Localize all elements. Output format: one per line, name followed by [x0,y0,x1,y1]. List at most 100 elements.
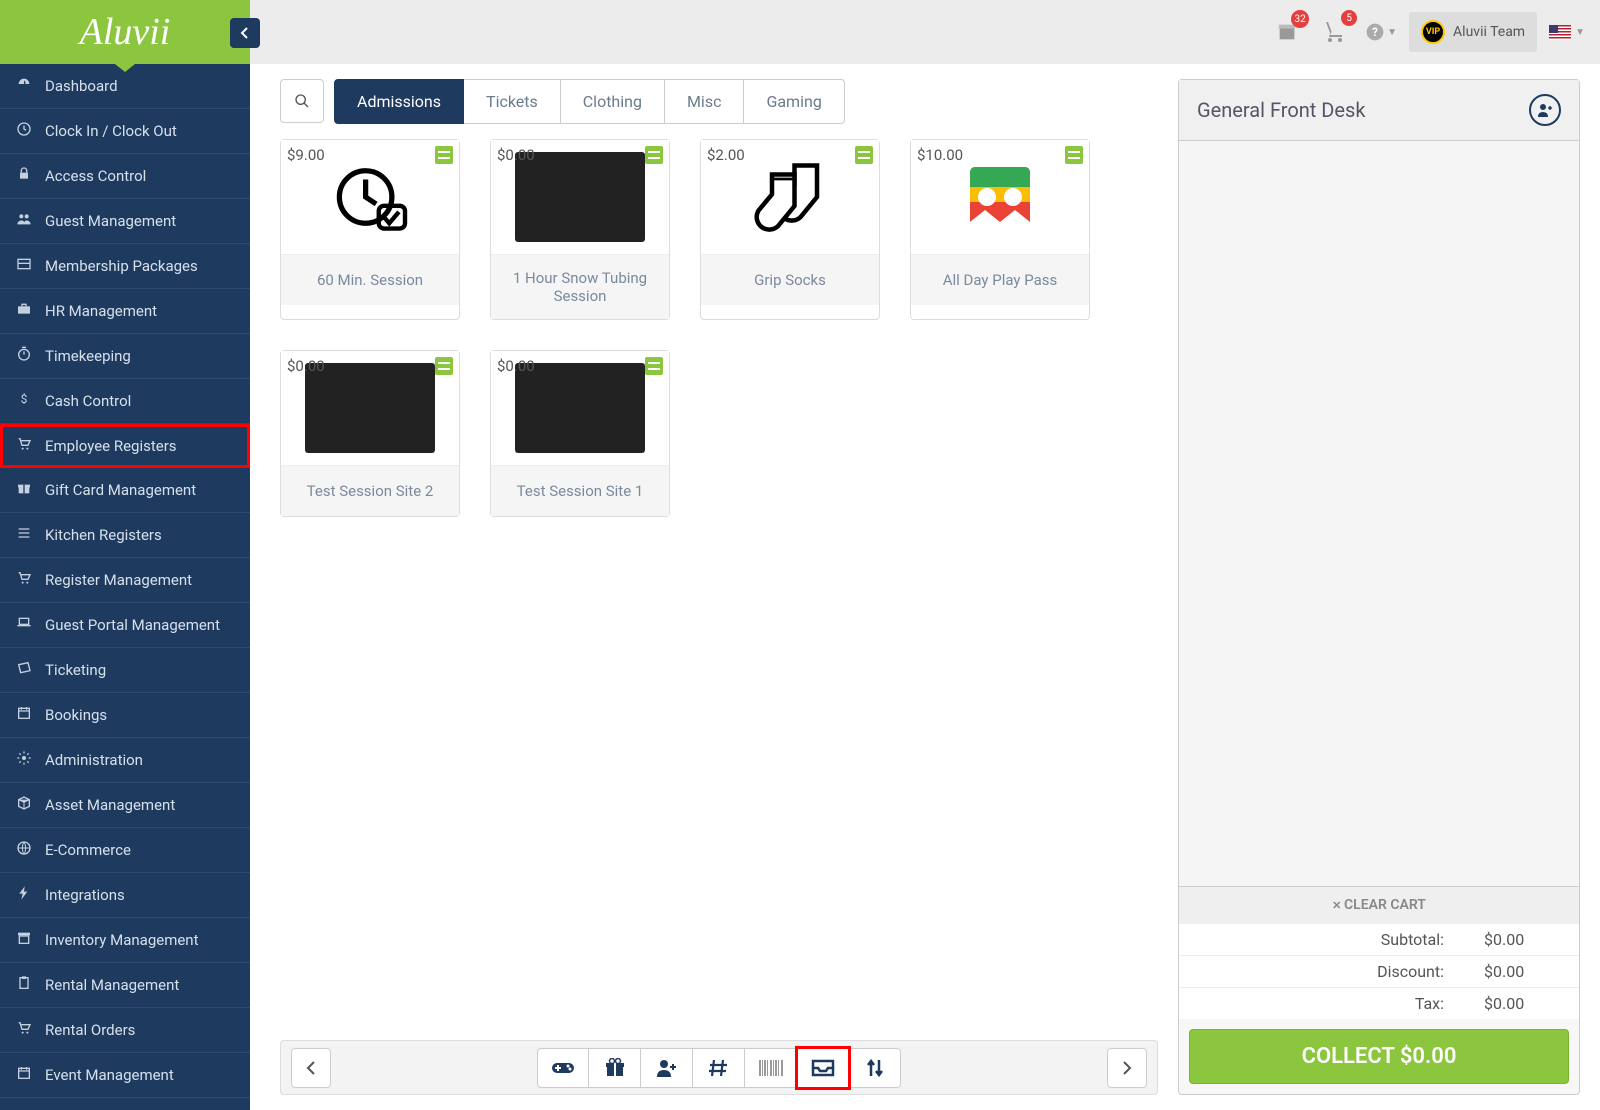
product-name: Test Session Site 2 [281,466,459,516]
tax-value: $0.00 [1484,994,1554,1013]
sidebar-item-label: Cash Control [45,392,131,410]
cart-totals: Subtotal:$0.00 Discount:$0.00 Tax:$0.00 [1179,923,1579,1019]
notifications-badge: 32 [1291,10,1309,28]
help-icon: ? [1365,22,1385,42]
product-image: $10.00 [911,140,1089,255]
sidebar-item-gift-card-management[interactable]: Gift Card Management [0,468,250,513]
product-price: $9.00 [287,146,325,164]
sidebar-item-clock-in-clock-out[interactable]: Clock In / Clock Out [0,109,250,154]
clear-cart-button[interactable]: CLEAR CART [1179,886,1579,923]
sidebar-item-rental-orders[interactable]: Rental Orders [0,1008,250,1053]
sidebar-item-access-control[interactable]: Access Control [0,154,250,199]
stopwatch-icon [15,346,33,366]
discount-label: Discount: [1204,962,1444,981]
sidebar-collapse-button[interactable] [230,18,260,48]
cart-items-area [1179,141,1579,886]
product-card[interactable]: $0.00 1 Hour Snow Tubing Session [490,139,670,320]
subtotal-value: $0.00 [1484,930,1554,949]
gamepad-button[interactable] [537,1048,589,1088]
sidebar-item-kitchen-registers[interactable]: Kitchen Registers [0,513,250,558]
tab-clothing[interactable]: Clothing [561,79,665,124]
sidebar-item-guest-management[interactable]: Guest Management [0,199,250,244]
product-card[interactable]: $10.00 All Day Play Pass [910,139,1090,320]
sidebar-item-ticketing[interactable]: Ticketing [0,648,250,693]
us-flag-icon [1549,25,1571,40]
sidebar-item-membership-packages[interactable]: Membership Packages [0,244,250,289]
barcode-button[interactable] [745,1048,797,1088]
cash-drawer-button[interactable] [797,1048,849,1088]
collect-button[interactable]: COLLECT $0.00 [1189,1029,1569,1084]
barcode-icon [758,1059,784,1077]
toolbar-tools [537,1048,901,1088]
page-prev-button[interactable] [291,1048,331,1088]
product-price: $10.00 [917,146,963,164]
product-card[interactable]: $0.00 Test Session Site 2 [280,350,460,517]
sidebar-item-label: Register Management [45,571,192,589]
tab-admissions[interactable]: Admissions [334,79,464,124]
catalog-search-button[interactable] [280,79,324,123]
gift-button[interactable] [589,1048,641,1088]
product-card[interactable]: $0.00 Test Session Site 1 [490,350,670,517]
ticket-icon [15,660,33,680]
sidebar-item-asset-management[interactable]: Asset Management [0,783,250,828]
tab-gaming[interactable]: Gaming [744,79,844,124]
locale-dropdown[interactable]: ▼ [1549,25,1585,40]
sidebar-item-administration[interactable]: Administration [0,738,250,783]
cart-icon [15,1020,33,1040]
category-tabs: AdmissionsTicketsClothingMiscGaming [334,79,845,124]
product-name: Grip Socks [701,255,879,305]
globe-icon [15,840,33,860]
sidebar-nav: Dashboard Clock In / Clock OutAccess Cont… [0,64,250,1110]
sidebar-item-cash-control[interactable]: $Cash Control [0,379,250,424]
sidebar-item-will-call[interactable]: Will Call [0,1098,250,1110]
gift-icon [605,1058,625,1078]
sidebar-item-label: Ticketing [45,661,106,679]
sidebar-item-hr-management[interactable]: HR Management [0,289,250,334]
sidebar-item-guest-portal-management[interactable]: Guest Portal Management [0,603,250,648]
product-name: All Day Play Pass [911,255,1089,305]
sidebar-item-label: Timekeeping [45,347,131,365]
laptop-icon [15,615,33,635]
sidebar-item-integrations[interactable]: Integrations [0,873,250,918]
product-price: $0.00 [497,357,535,375]
sidebar-item-rental-management[interactable]: Rental Management [0,963,250,1008]
user-menu[interactable]: VIP Aluvii Team [1409,12,1537,52]
product-name: 1 Hour Snow Tubing Session [491,255,669,319]
chevron-right-icon [1122,1061,1132,1075]
sidebar-item-label: Dashboard [45,77,118,95]
sidebar-item-employee-registers[interactable]: Employee Registers [0,424,250,468]
sidebar-item-label: Gift Card Management [45,481,196,499]
sidebar-item-label: Inventory Management [45,931,199,949]
cart-button[interactable]: 5 [1317,14,1353,50]
cart-assign-guest-button[interactable] [1529,94,1561,126]
sidebar-item-inventory-management[interactable]: Inventory Management [0,918,250,963]
product-card[interactable]: $2.00 Grip Socks [700,139,880,320]
user-avatar-icon: VIP [1421,20,1445,44]
sidebar-item-event-management[interactable]: Event Management [0,1053,250,1098]
sidebar-item-bookings[interactable]: Bookings [0,693,250,738]
sidebar-item-timekeeping[interactable]: Timekeeping [0,334,250,379]
product-image: $0.00 [491,140,669,255]
hash-icon [709,1058,729,1078]
cart-title: General Front Desk [1197,98,1366,122]
inbox-icon [811,1059,835,1077]
product-options-icon [435,146,453,164]
sidebar-item-label: Rental Management [45,976,179,994]
sidebar-item-register-management[interactable]: Register Management [0,558,250,603]
calendar-icon [15,1065,33,1085]
help-dropdown[interactable]: ? ▼ [1365,22,1397,42]
tab-misc[interactable]: Misc [665,79,745,124]
catalog-panel: AdmissionsTicketsClothingMiscGaming $9.0… [280,79,1158,1095]
brand-header: Aluvii [0,0,250,64]
notifications-button[interactable]: 32 [1269,14,1305,50]
sidebar-item-e-commerce[interactable]: E-Commerce [0,828,250,873]
number-button[interactable] [693,1048,745,1088]
sidebar-item-label: Rental Orders [45,1021,135,1039]
tab-tickets[interactable]: Tickets [464,79,561,124]
sidebar-item-label: Guest Portal Management [45,616,220,634]
product-card[interactable]: $9.00 60 Min. Session [280,139,460,320]
page-next-button[interactable] [1107,1048,1147,1088]
add-guest-button[interactable] [641,1048,693,1088]
product-name: Test Session Site 1 [491,466,669,516]
sort-button[interactable] [849,1048,901,1088]
